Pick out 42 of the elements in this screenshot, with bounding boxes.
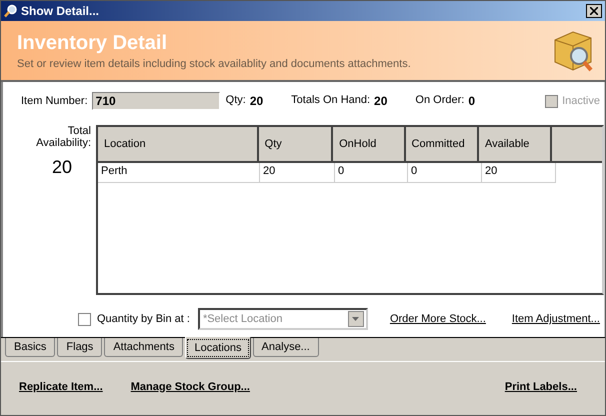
item-number-field[interactable]: 710 <box>92 92 220 110</box>
column-header[interactable]: Qty <box>258 127 334 163</box>
column-header[interactable]: Location <box>98 127 259 163</box>
tab[interactable]: Analyse... <box>252 338 319 357</box>
tab[interactable]: Locations <box>185 337 251 359</box>
tab[interactable]: Basics <box>5 338 56 357</box>
location-select[interactable]: *Select Location <box>198 308 368 330</box>
dropdown-arrow-icon <box>352 317 360 321</box>
inactive-label: Inactive <box>562 95 600 107</box>
table-cell: 20 <box>260 163 335 183</box>
summary-label: Totals On Hand: <box>291 94 370 108</box>
column-header[interactable]: OnHold <box>333 127 406 163</box>
tab[interactable]: Attachments <box>104 338 184 357</box>
summary-value: 0 <box>468 94 475 108</box>
summary-value: 20 <box>374 94 388 108</box>
table-cell: Perth <box>98 163 260 183</box>
quantity-by-bin-label: Quantity by Bin at : <box>97 313 190 325</box>
summary-value: 20 <box>250 94 264 108</box>
summary-label: On Order: <box>415 94 464 108</box>
table-cell: 0 <box>335 163 408 183</box>
item-number-label: Item Number: <box>21 95 88 107</box>
footer-link[interactable]: Manage Stock Group... <box>130 380 250 392</box>
quantity-by-bin-checkbox[interactable] <box>78 312 91 326</box>
table-cell: 20 <box>482 163 556 183</box>
close-button[interactable] <box>586 4 602 18</box>
table-cell: 0 <box>408 163 482 183</box>
search-icon <box>4 4 18 18</box>
total-availability-value: 20 <box>52 157 72 178</box>
action-link[interactable]: Order More Stock... <box>390 313 486 325</box>
header-title: Inventory Detail <box>17 32 168 54</box>
column-header[interactable]: Available <box>478 127 552 163</box>
total-availability-label: Total Availability: <box>35 125 91 149</box>
header-subtitle: Set or review item details including stock availablity and documents attachments. <box>17 58 412 70</box>
footer-link[interactable]: Replicate Item... <box>19 380 103 392</box>
footer-link[interactable]: Print Labels... <box>504 380 577 392</box>
window-title: Show Detail... <box>21 4 100 18</box>
tab[interactable]: Flags <box>57 338 102 357</box>
action-link[interactable]: Item Adjustment... <box>512 313 600 325</box>
column-header[interactable]: Committed <box>406 127 479 163</box>
summary-label: Qty: <box>226 94 246 108</box>
dropdown-button[interactable] <box>348 311 364 327</box>
close-icon <box>590 7 598 15</box>
